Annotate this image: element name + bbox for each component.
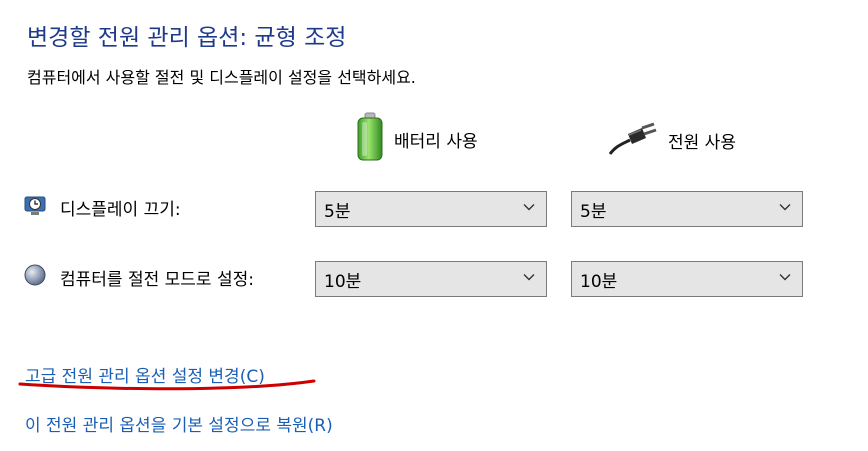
chevron-down-icon	[522, 269, 536, 289]
display-off-plugged-value: 5분	[580, 201, 607, 222]
sleep-plugged-value: 10분	[580, 271, 618, 292]
display-off-battery-select[interactable]: 5분	[315, 191, 547, 227]
restore-defaults-link[interactable]: 이 전원 관리 옵션을 기본 설정으로 복원(R)	[25, 411, 333, 436]
chevron-down-icon	[778, 269, 792, 289]
moon-icon	[24, 264, 46, 291]
display-off-plugged-select[interactable]: 5분	[571, 191, 803, 227]
sleep-row-label: 컴퓨터를 절전 모드로 설정:	[24, 264, 254, 291]
battery-column-label: 배터리 사용	[394, 132, 478, 152]
battery-icon	[356, 112, 384, 167]
sleep-battery-select[interactable]: 10분	[315, 261, 547, 297]
page-subtitle: 컴퓨터에서 사용할 절전 및 디스플레이 설정을 선택하세요.	[27, 68, 416, 87]
sleep-battery-value: 10분	[324, 271, 362, 292]
chevron-down-icon	[522, 199, 536, 219]
page-title: 변경할 전원 관리 옵션: 균형 조정	[27, 25, 347, 51]
plugged-column-header: 전원 사용	[606, 120, 736, 161]
red-underline-annotation	[18, 379, 316, 391]
sleep-label: 컴퓨터를 절전 모드로 설정:	[60, 270, 254, 290]
power-plug-icon	[606, 120, 658, 161]
power-plan-settings-page: 변경할 전원 관리 옵션: 균형 조정 컴퓨터에서 사용할 절전 및 디스플레이…	[0, 0, 868, 451]
sleep-plugged-select[interactable]: 10분	[571, 261, 803, 297]
plugged-column-label: 전원 사용	[668, 133, 736, 153]
battery-column-header: 배터리 사용	[356, 112, 478, 167]
chevron-down-icon	[778, 199, 792, 219]
display-off-label: 디스플레이 끄기:	[60, 200, 181, 220]
display-off-row-label: 디스플레이 끄기:	[24, 194, 181, 221]
display-off-battery-value: 5분	[324, 201, 351, 222]
monitor-clock-icon	[24, 194, 46, 221]
